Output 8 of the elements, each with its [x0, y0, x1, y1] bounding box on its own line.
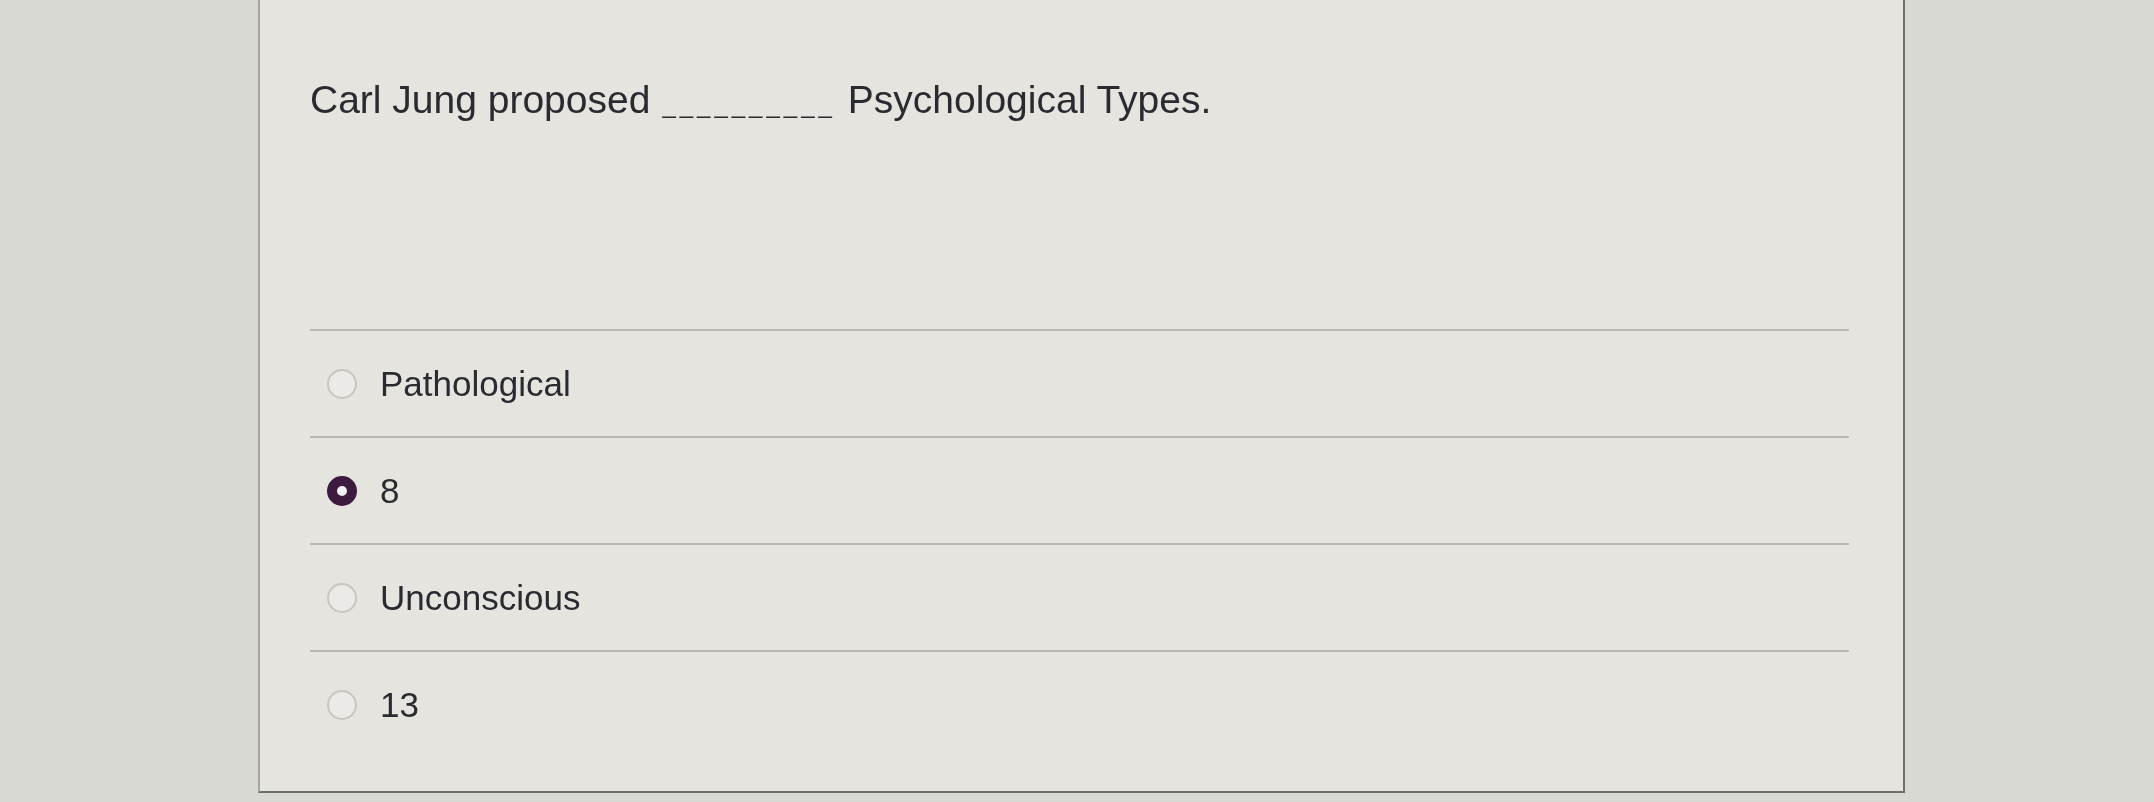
option-label[interactable]: 13	[380, 683, 419, 726]
radio-button[interactable]	[327, 475, 357, 506]
option-label[interactable]: Unconscious	[380, 576, 581, 619]
option-label[interactable]: Pathological	[380, 362, 571, 405]
question-text: Psychological Types.	[847, 77, 1212, 123]
question-text: Carl Jung proposed	[310, 77, 651, 123]
fill-in-blank: __________	[662, 90, 836, 120]
option-label[interactable]: 8	[380, 469, 400, 512]
